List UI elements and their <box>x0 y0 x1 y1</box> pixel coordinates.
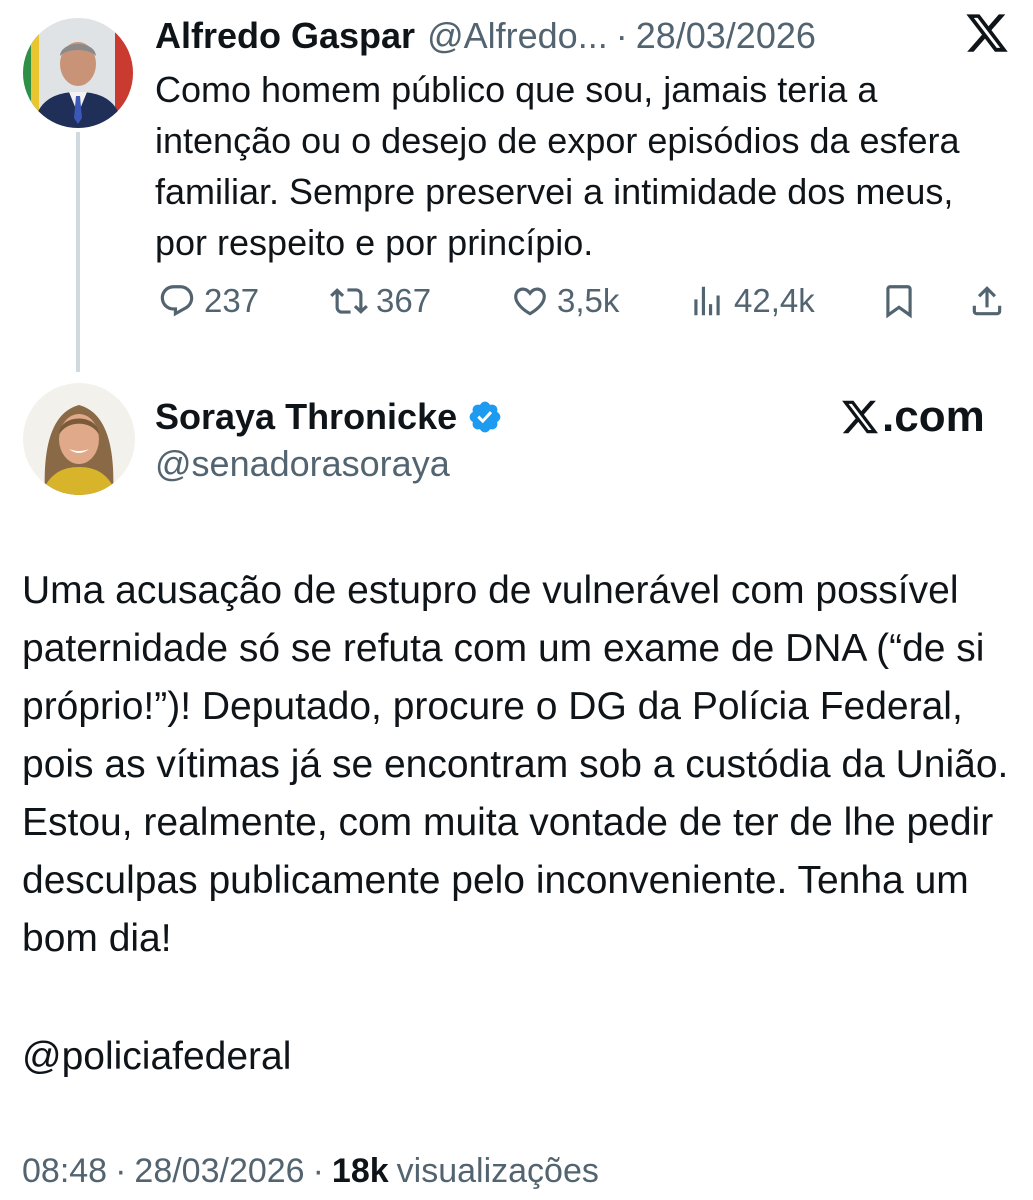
main-tweet-footer: 08:48 · 28/03/2026 · 18k visualizações <box>22 1148 599 1194</box>
retweet-icon <box>330 288 368 314</box>
xcom-brand-label: .com <box>840 392 985 442</box>
share-icon <box>972 286 1002 316</box>
tweet-date[interactable]: 28/03/2026 <box>134 1152 304 1191</box>
reply-count: 237 <box>204 282 260 319</box>
retweet-count: 367 <box>376 282 432 319</box>
reply-icon <box>160 285 194 317</box>
brand-domain-suffix: .com <box>882 392 985 441</box>
alfredo-avatar[interactable] <box>23 18 133 128</box>
footer-separator: · <box>115 1151 127 1190</box>
quoted-author-handle[interactable]: @Alfredo... <box>427 15 608 57</box>
like-button[interactable]: 3,5k <box>511 276 619 326</box>
footer-separator: · <box>312 1151 324 1190</box>
verified-badge-icon <box>469 401 501 433</box>
retweet-button[interactable]: 367 <box>330 276 431 326</box>
views-count: 18k <box>331 1151 389 1190</box>
quoted-tweet-actions: 237 367 3,5k 42,4k <box>158 276 1018 326</box>
bookmark-icon <box>886 285 912 319</box>
tweet-time[interactable]: 08:48 <box>22 1152 107 1191</box>
mention-link[interactable]: @policiafederal <box>22 1028 291 1086</box>
views-label: visualizações <box>396 1151 599 1190</box>
reply-button[interactable]: 237 <box>158 276 259 326</box>
quoted-tweet-text: Como homem público que sou, jamais teria… <box>155 69 960 263</box>
thread-connector-line <box>76 132 80 372</box>
quoted-tweet-header: Alfredo Gaspar @Alfredo... · 28/03/2026 <box>155 14 816 58</box>
x-logo-icon <box>964 10 1010 56</box>
soraya-avatar[interactable] <box>23 383 135 495</box>
quoted-tweet-date[interactable]: 28/03/2026 <box>636 15 816 57</box>
header-separator: · <box>615 15 628 56</box>
x-logo-icon <box>842 400 879 434</box>
main-tweet-text: Uma acusação de estupro de vulnerável co… <box>22 569 1009 960</box>
bookmark-button[interactable] <box>880 276 926 326</box>
views-count: 42,4k <box>734 282 815 319</box>
quoted-author-name[interactable]: Alfredo Gaspar <box>155 15 415 57</box>
main-author-handle[interactable]: @senadorasoraya <box>155 443 450 485</box>
main-author-row: Soraya Thronicke <box>155 392 503 442</box>
views-icon <box>694 286 720 316</box>
share-button[interactable] <box>968 276 1014 326</box>
main-author-name[interactable]: Soraya Thronicke <box>155 396 457 438</box>
views-button[interactable]: 42,4k <box>688 276 815 326</box>
like-count: 3,5k <box>557 282 620 319</box>
heart-icon <box>514 287 546 316</box>
